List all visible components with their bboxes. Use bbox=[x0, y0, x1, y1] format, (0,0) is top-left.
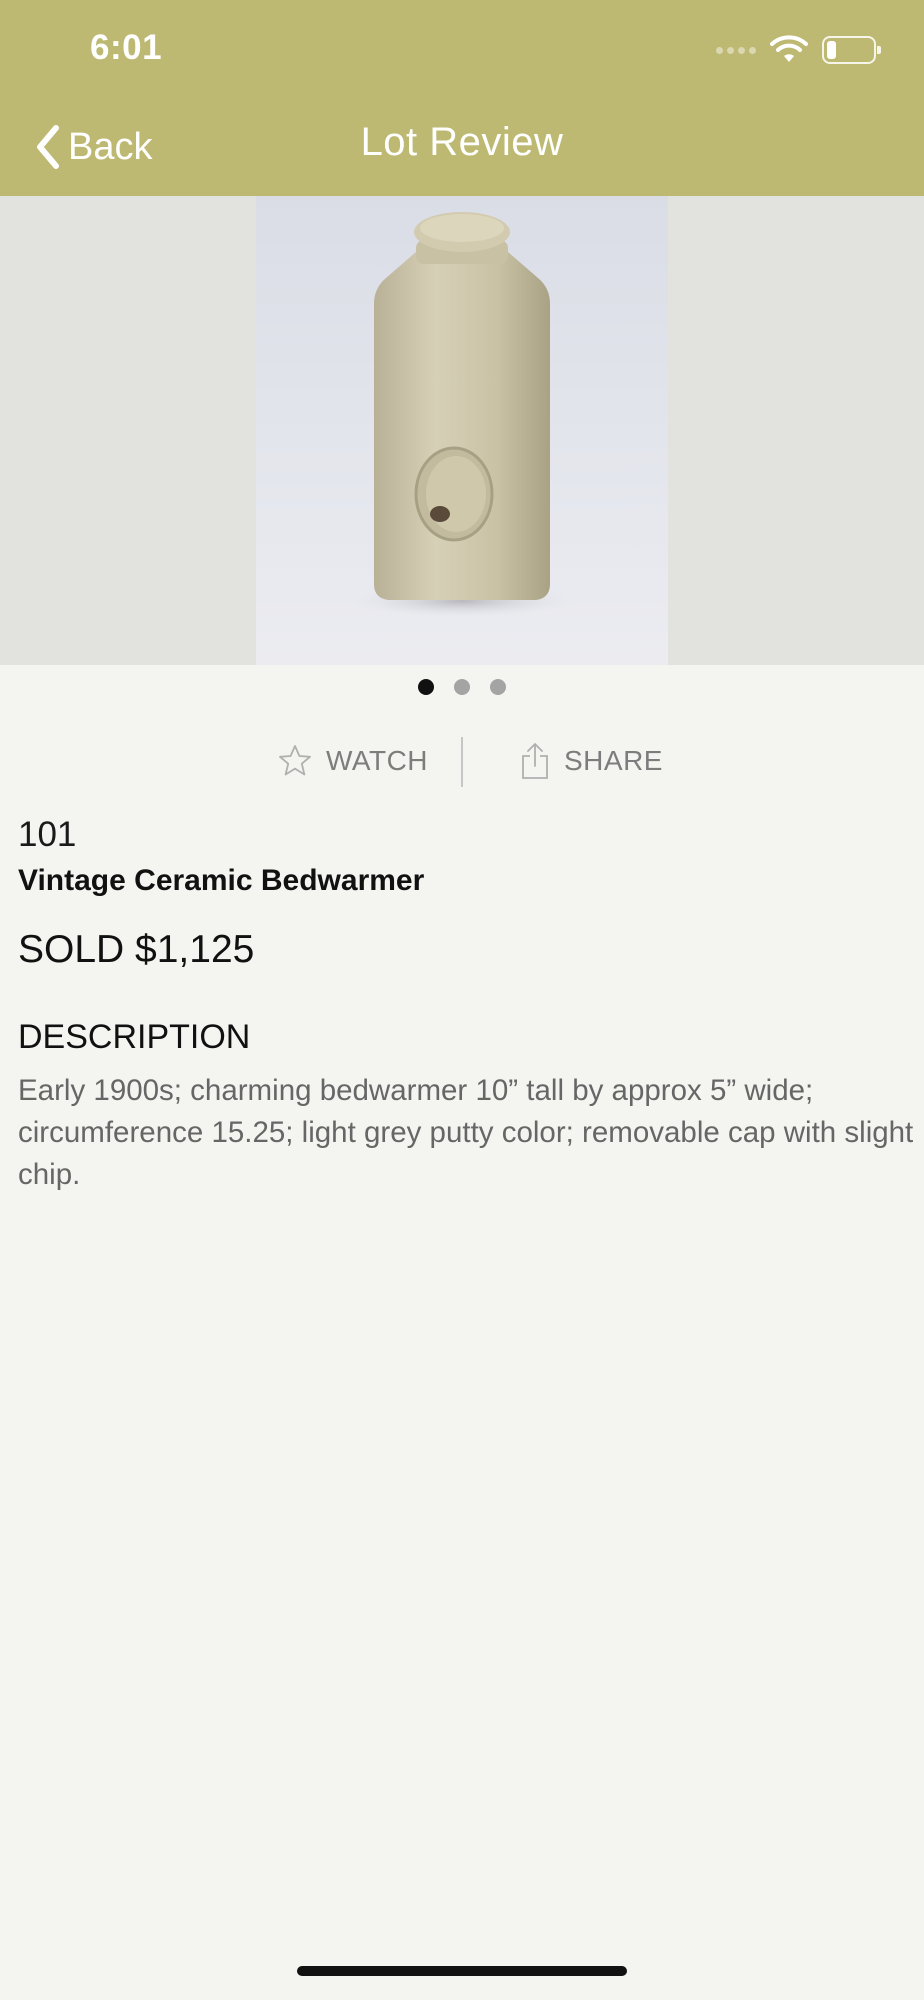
star-icon bbox=[279, 745, 311, 776]
carousel-dot-1[interactable] bbox=[418, 679, 434, 695]
page-title: Lot Review bbox=[360, 120, 564, 164]
status-icons bbox=[716, 32, 881, 68]
share-icon bbox=[522, 743, 548, 779]
share-label: SHARE bbox=[564, 745, 663, 776]
lot-image-carousel[interactable] bbox=[0, 196, 924, 665]
watch-button[interactable]: WATCH bbox=[278, 735, 428, 787]
lot-actions: WATCH SHARE bbox=[0, 735, 924, 787]
lot-number: 101 bbox=[18, 815, 77, 854]
lot-title: Vintage Ceramic Bedwarmer bbox=[18, 864, 425, 897]
status-time: 6:01 bbox=[90, 28, 163, 67]
carousel-page-indicator[interactable] bbox=[0, 679, 924, 695]
navigation-header: 6:01 Back Lot Review bbox=[0, 0, 924, 196]
description-text: Early 1900s; charming bedwarmer 10” tall… bbox=[18, 1074, 914, 1191]
actions-divider bbox=[461, 737, 463, 787]
share-button[interactable]: SHARE bbox=[520, 735, 663, 787]
bedwarmer-image bbox=[352, 212, 572, 617]
carousel-dot-3[interactable] bbox=[490, 679, 506, 695]
battery-icon bbox=[822, 36, 881, 64]
description-heading: DESCRIPTION bbox=[18, 1018, 251, 1056]
lot-photo[interactable] bbox=[256, 196, 668, 665]
carousel-dot-2[interactable] bbox=[454, 679, 470, 695]
lot-review-screen: 6:01 Back Lot Review WATCH SHARE 101 Vin… bbox=[0, 0, 924, 2000]
wifi-icon bbox=[770, 35, 808, 62]
watch-label: WATCH bbox=[326, 745, 429, 776]
cellular-signal-icon bbox=[716, 46, 756, 54]
home-indicator[interactable] bbox=[297, 1966, 627, 1976]
sold-price: SOLD $1,125 bbox=[18, 928, 255, 971]
